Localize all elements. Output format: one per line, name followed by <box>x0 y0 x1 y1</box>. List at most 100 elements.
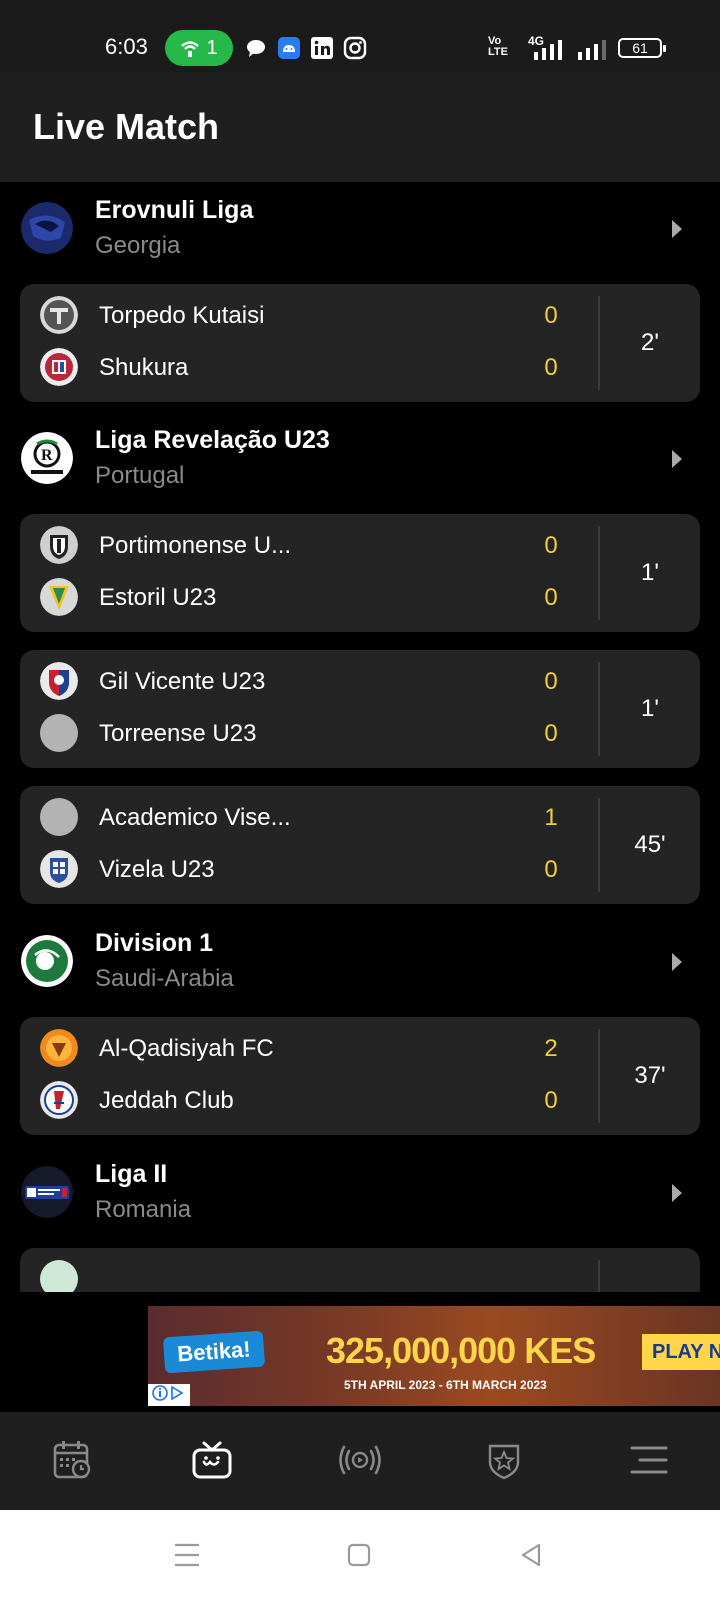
jeddah-club-logo <box>40 1081 78 1119</box>
match-card[interactable]: Gil Vicente U23 0 Torreense U23 0 1' <box>20 650 700 768</box>
placeholder-team-logo <box>40 714 78 752</box>
placeholder-team-logo <box>40 798 78 836</box>
match-card[interactable]: Torpedo Kutaisi 0 Shukura 0 2' <box>20 284 700 402</box>
battery-indicator: 61 <box>618 38 666 58</box>
home-team-name: Gil Vicente U23 <box>99 668 266 695</box>
home-score: 1 <box>544 804 558 831</box>
estoril-logo <box>40 578 78 616</box>
match-minute: 1' <box>641 695 659 722</box>
ad-play-now-button[interactable]: PLAY NOW <box>642 1334 720 1370</box>
away-team-row: Estoril U23 0 <box>20 572 590 624</box>
team-logo <box>40 1260 78 1292</box>
league-name: Erovnuli Liga <box>95 196 254 224</box>
league-name: Liga II <box>95 1160 168 1188</box>
status-bar: 6:03 1 Vo LTE 4G 61 <box>0 0 720 72</box>
match-minute: 45' <box>634 831 666 858</box>
page-title: Live Match <box>33 106 220 147</box>
league-country: Georgia <box>95 232 181 259</box>
home-score: 2 <box>544 1035 558 1062</box>
liga-2-logo <box>21 1166 73 1218</box>
league-header-erovnuli-liga[interactable]: Erovnuli Liga Georgia <box>0 182 720 282</box>
shukura-logo <box>40 348 78 386</box>
live-tv-icon[interactable] <box>186 1434 238 1486</box>
chevron-right-icon <box>672 953 682 971</box>
match-card[interactable] <box>20 1248 700 1292</box>
al-qadisiyah-logo <box>40 1029 78 1067</box>
away-team-row: Vizela U23 0 <box>20 844 590 896</box>
signal-strength-icon <box>534 40 562 60</box>
broadcast-icon[interactable] <box>334 1434 386 1486</box>
liga-revelacao-logo: R <box>21 432 73 484</box>
home-score: 0 <box>544 302 558 329</box>
chevron-right-icon <box>672 450 682 468</box>
svg-text:R: R <box>41 447 53 464</box>
away-team-name: Vizela U23 <box>99 856 215 883</box>
calendar-icon[interactable] <box>46 1434 98 1486</box>
live-match-list[interactable]: Erovnuli Liga Georgia Torpedo Kutaisi 0 … <box>0 182 720 1292</box>
league-header-division-1[interactable]: Division 1 Saudi-Arabia <box>0 915 720 1015</box>
ad-area: Betika! 325,000,000 KES 5TH APRIL 2023 -… <box>0 1294 720 1412</box>
hotspot-indicator: 1 <box>165 30 233 66</box>
signal-strength-2-icon <box>578 40 606 60</box>
erovnuli-liga-logo <box>21 202 73 254</box>
match-minute: 2' <box>641 329 659 356</box>
home-team-row: Al-Qadisiyah FC 2 <box>20 1023 590 1075</box>
league-header-liga-ii[interactable]: Liga II Romania <box>0 1146 720 1246</box>
back-icon[interactable] <box>516 1540 546 1570</box>
away-score: 0 <box>544 856 558 883</box>
match-card[interactable]: Al-Qadisiyah FC 2 Jeddah Club 0 37' <box>20 1017 700 1135</box>
home-team-name: Academico Vise... <box>99 804 291 831</box>
recent-apps-icon[interactable] <box>172 1540 202 1570</box>
bottom-navigation <box>0 1412 720 1510</box>
ad-amount: 325,000,000 KES <box>326 1330 596 1371</box>
gil-vicente-logo <box>40 662 78 700</box>
league-country: Romania <box>95 1196 192 1223</box>
home-team-row: Torpedo Kutaisi 0 <box>20 290 590 342</box>
home-team-row: Gil Vicente U23 0 <box>20 656 590 708</box>
home-score: 0 <box>544 532 558 559</box>
away-score: 0 <box>544 584 558 611</box>
ad-choices-icon[interactable] <box>148 1384 190 1406</box>
favorites-shield-icon[interactable] <box>478 1434 530 1486</box>
match-card[interactable]: Portimonense U... 0 Estoril U23 0 1' <box>20 514 700 632</box>
card-divider <box>598 1260 600 1292</box>
system-navigation-bar <box>0 1510 720 1600</box>
match-minute: 1' <box>641 559 659 586</box>
home-icon[interactable] <box>344 1540 374 1570</box>
away-score: 0 <box>544 354 558 381</box>
app-header: Live Match <box>0 72 720 182</box>
league-name: Liga Revelação U23 <box>95 426 330 454</box>
chevron-right-icon <box>672 220 682 238</box>
away-team-name: Estoril U23 <box>99 584 217 611</box>
android-app-icon <box>278 37 300 59</box>
away-team-name: Shukura <box>99 354 189 381</box>
vizela-logo <box>40 850 78 888</box>
away-team-row: Jeddah Club 0 <box>20 1075 590 1127</box>
match-card[interactable]: Academico Vise... 1 Vizela U23 0 45' <box>20 786 700 904</box>
menu-icon[interactable] <box>622 1434 674 1486</box>
ad-brand-logo: Betika! <box>162 1330 266 1374</box>
chat-bubble-icon <box>247 40 265 57</box>
away-score: 0 <box>544 1087 558 1114</box>
away-score: 0 <box>544 720 558 747</box>
home-team-row: Academico Vise... 1 <box>20 792 590 844</box>
away-team-name: Jeddah Club <box>99 1087 234 1114</box>
home-team-name: Al-Qadisiyah FC <box>99 1035 274 1062</box>
ad-dates: 5TH APRIL 2023 - 6TH MARCH 2023 <box>344 1378 547 1392</box>
match-minute: 37' <box>634 1062 666 1089</box>
home-score: 0 <box>544 668 558 695</box>
saff-logo <box>21 935 73 987</box>
league-country: Portugal <box>95 462 185 489</box>
ad-banner[interactable]: Betika! 325,000,000 KES 5TH APRIL 2023 -… <box>148 1306 720 1406</box>
league-header-liga-revelacao[interactable]: R Liga Revelação U23 Portugal <box>0 412 720 512</box>
home-team-name: Portimonense U... <box>99 532 292 559</box>
torpedo-kutaisi-logo <box>40 296 78 334</box>
away-team-name: Torreense U23 <box>99 720 257 747</box>
status-time: 6:03 <box>105 34 148 59</box>
portimonense-logo <box>40 526 78 564</box>
league-country: Saudi-Arabia <box>95 965 234 992</box>
chevron-right-icon <box>672 1184 682 1202</box>
away-team-row: Shukura 0 <box>20 342 590 394</box>
volte-indicator: Vo LTE <box>488 35 508 58</box>
linkedin-icon <box>311 37 333 59</box>
